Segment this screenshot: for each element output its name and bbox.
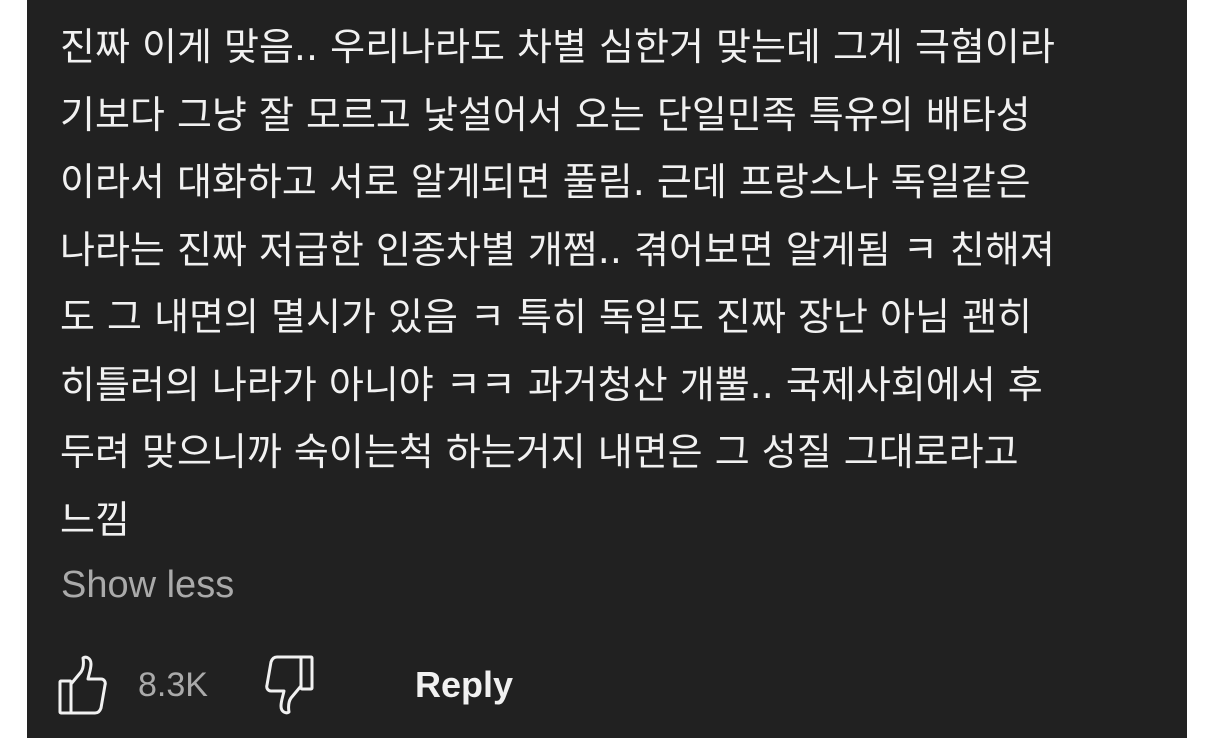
comment-line: 느낌 — [60, 497, 130, 542]
comment-line: 두려 맞으니까 숙이는척 하는거지 내면은 그 성질 그대로라고 — [60, 430, 1019, 474]
comment-line: 이라서 대화하고 서로 알게되면 풀림. 근데 프랑스나 독일같은 — [60, 160, 1031, 204]
comment-line: 나라는 진짜 저급한 인종차별 개쩜.. 겪어보면 알게됨 ㅋ 친해져 — [60, 227, 1055, 272]
comment-line: 도 그 내면의 멸시가 있음 ㅋ 특히 독일도 진짜 장난 아님 괜히 — [60, 295, 1032, 339]
thumbs-down-icon — [265, 655, 314, 715]
thumbs-up-icon — [58, 655, 107, 715]
comment-card: 진짜 이게 맞음.. 우리나라도 차별 심한거 맞는데 그게 극혐이라 기보다 … — [27, 0, 1187, 738]
comment-text: 진짜 이게 맞음.. 우리나라도 차별 심한거 맞는데 그게 극혐이라 기보다 … — [60, 14, 1190, 554]
like-count: 8.3K — [138, 666, 208, 704]
comment-line: 기보다 그냥 잘 모르고 낯설어서 오는 단일민족 특유의 배타성 — [60, 92, 1031, 137]
reply-button[interactable]: Reply — [415, 661, 513, 709]
like-button[interactable] — [57, 652, 107, 718]
dislike-button[interactable] — [265, 652, 315, 718]
show-less-button[interactable]: Show less — [61, 561, 234, 609]
comment-action-bar: 8.3K Reply — [57, 652, 657, 720]
comment-line: 히틀러의 나라가 아니야 ㅋㅋ 과거청산 개뿔.. 국제사회에서 후 — [60, 362, 1043, 407]
comment-line: 진짜 이게 맞음.. 우리나라도 차별 심한거 맞는데 그게 극혐이라 — [60, 25, 1055, 69]
